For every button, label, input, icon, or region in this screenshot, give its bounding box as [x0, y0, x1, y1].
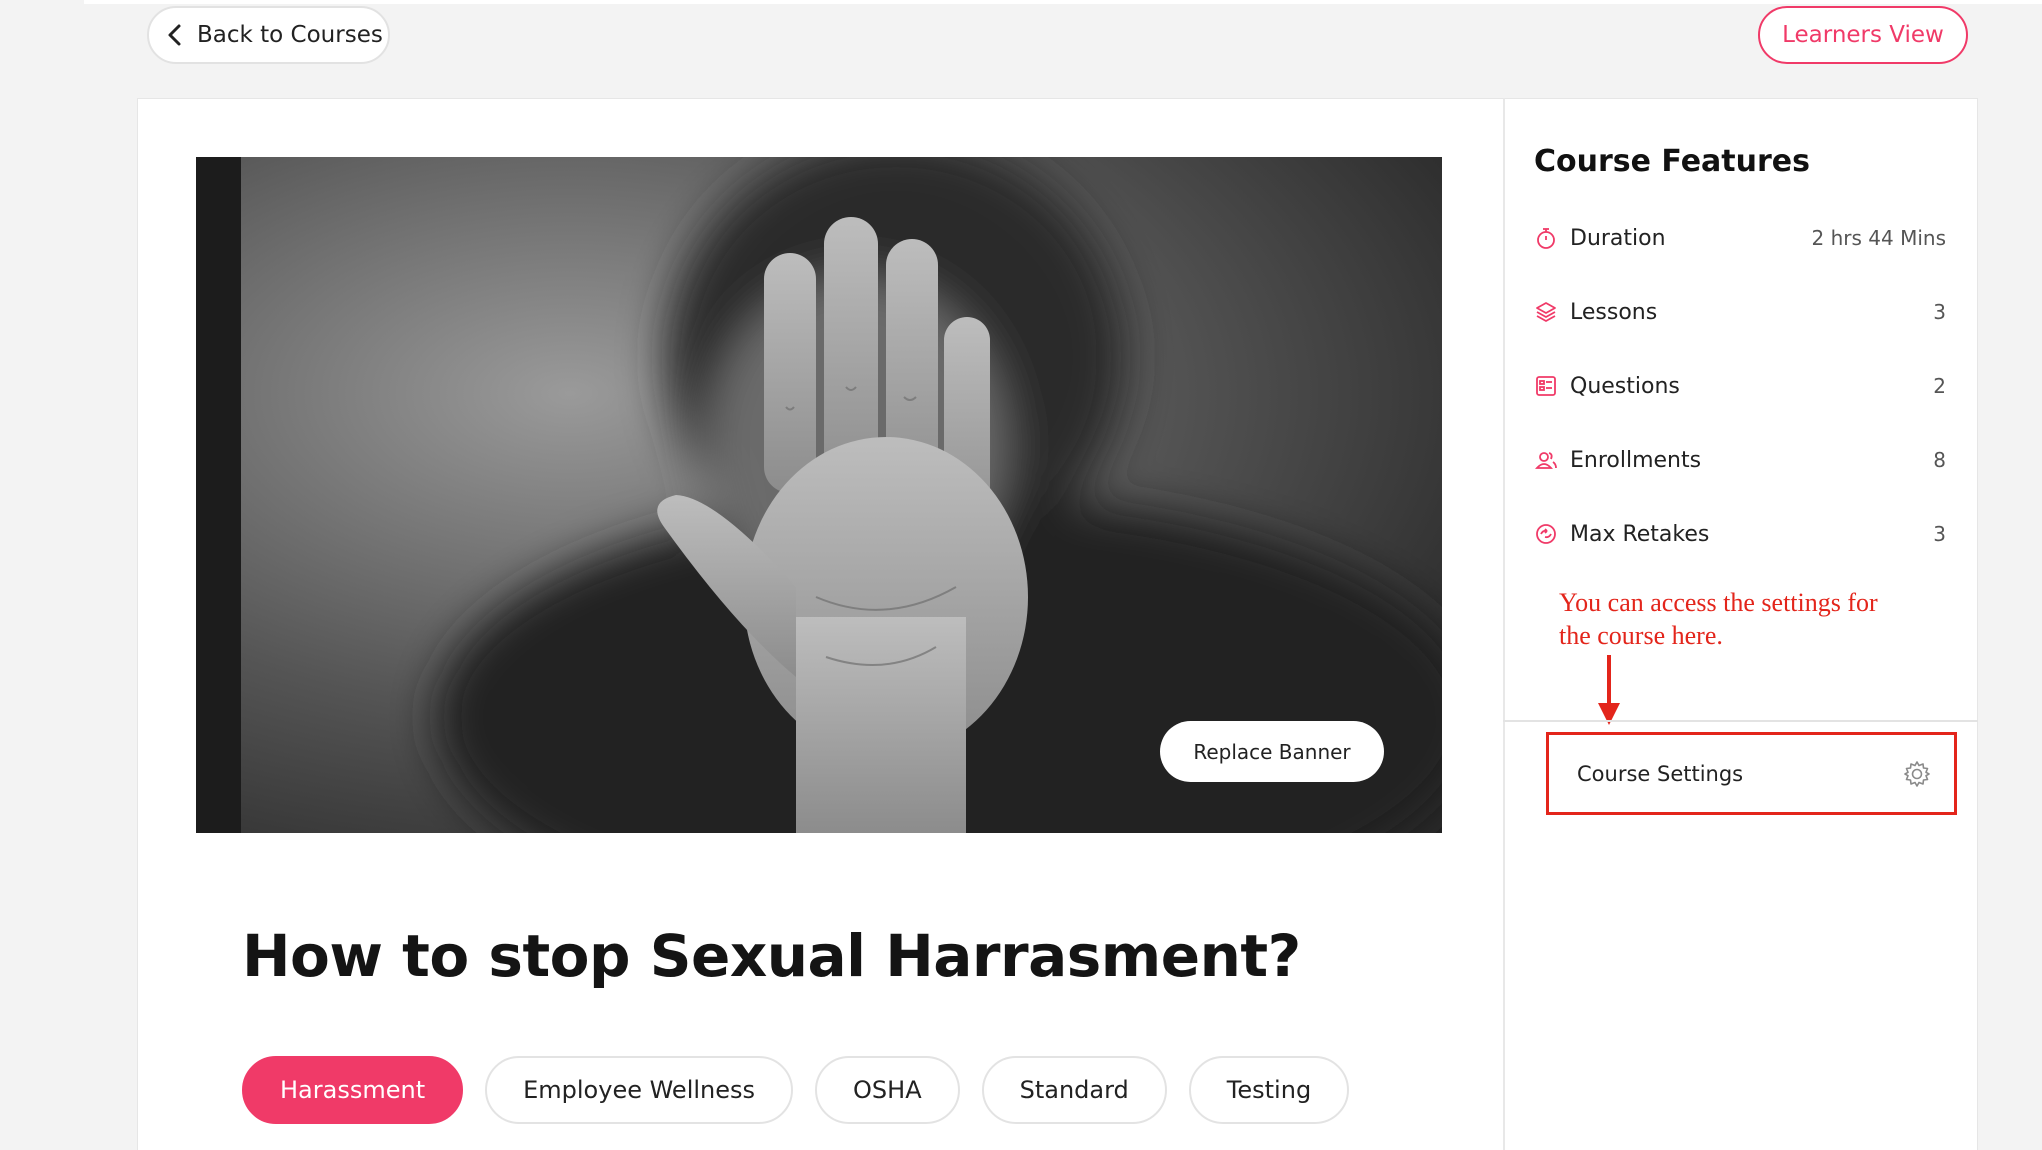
layers-icon [1534, 300, 1558, 324]
feature-label: Questions [1570, 373, 1680, 399]
chevron-left-icon [168, 24, 181, 46]
learners-view-label: Learners View [1782, 22, 1944, 48]
users-icon [1534, 448, 1558, 472]
annotation-note: You can access the settings for the cour… [1559, 588, 1878, 650]
replace-banner-button[interactable]: Replace Banner [1160, 721, 1384, 782]
feature-value: 3 [1933, 522, 1946, 546]
course-features-title: Course Features [1534, 144, 1810, 179]
tag-harassment[interactable]: Harassment [242, 1056, 464, 1124]
tag-testing[interactable]: Testing [1188, 1056, 1350, 1124]
course-settings-button[interactable]: Course Settings [1546, 732, 1957, 815]
feature-max-retakes: Max Retakes 3 [1534, 514, 1946, 554]
back-to-courses-button[interactable]: Back to Courses [147, 6, 390, 64]
feature-label: Duration [1570, 225, 1666, 251]
retake-icon [1534, 522, 1558, 546]
tag-label: OSHA [853, 1076, 922, 1104]
feature-label: Max Retakes [1570, 521, 1710, 547]
back-to-courses-label: Back to Courses [197, 22, 383, 48]
feature-value: 2 [1933, 374, 1946, 398]
stopwatch-icon [1534, 226, 1558, 250]
feature-enrollments: Enrollments 8 [1534, 440, 1946, 480]
feature-label: Lessons [1570, 299, 1658, 325]
top-divider [84, 0, 2042, 4]
tag-label: Standard [1019, 1076, 1129, 1104]
tag-employee-wellness[interactable]: Employee Wellness [485, 1056, 794, 1124]
feature-label: Enrollments [1570, 447, 1702, 473]
course-title: How to stop Sexual Harrasment? [242, 922, 1301, 990]
learners-view-button[interactable]: Learners View [1758, 6, 1968, 64]
tag-label: Employee Wellness [523, 1076, 756, 1104]
replace-banner-label: Replace Banner [1193, 739, 1351, 764]
arrow-down-icon [1598, 655, 1620, 725]
course-tags: Harassment Employee Wellness OSHA Standa… [242, 1056, 1350, 1124]
gear-icon [1904, 760, 1930, 787]
feature-duration: Duration 2 hrs 44 Mins [1534, 218, 1946, 258]
feature-lessons: Lessons 3 [1534, 292, 1946, 332]
feature-value: 8 [1933, 448, 1946, 472]
feature-questions: Questions 2 [1534, 366, 1946, 406]
settings-divider [1503, 720, 1978, 722]
tag-label: Harassment [280, 1076, 426, 1104]
tag-label: Testing [1226, 1076, 1312, 1104]
tag-standard[interactable]: Standard [981, 1056, 1167, 1124]
sidebar-divider [1503, 98, 1505, 1150]
tag-osha[interactable]: OSHA [815, 1056, 960, 1124]
course-settings-label: Course Settings [1577, 761, 1744, 786]
feature-value: 3 [1933, 300, 1946, 324]
question-list-icon [1534, 374, 1558, 398]
feature-value: 2 hrs 44 Mins [1811, 226, 1946, 250]
